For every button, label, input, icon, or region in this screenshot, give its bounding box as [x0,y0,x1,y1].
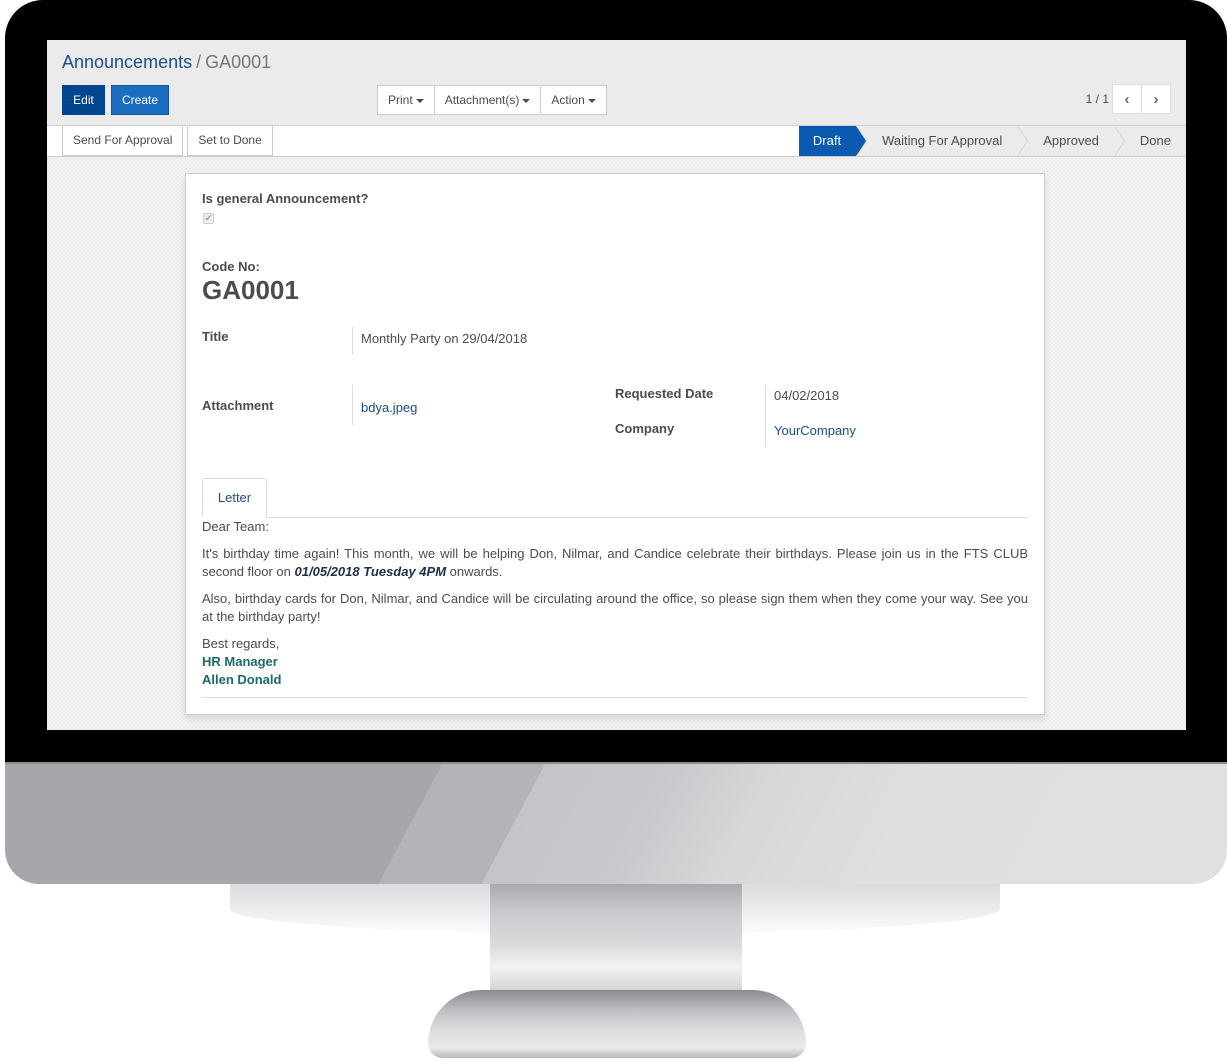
breadcrumb-announcements-link[interactable]: Announcements [62,52,192,72]
sheet-bottom-divider [202,697,1028,698]
monitor-chin [5,762,1227,884]
letter-event-datetime: 01/05/2018 Tuesday 4PM [294,564,447,579]
company-label: Company [615,421,675,436]
chevron-left-icon: ‹ [1124,90,1130,108]
caret-down-icon [587,98,596,103]
status-step-waiting-for-approval[interactable]: Waiting For Approval [856,126,1029,156]
code-no-value: GA0001 [202,275,299,305]
field-separator [352,385,353,425]
pager-previous-button[interactable]: ‹ [1112,84,1142,114]
screen: Announcements / GA0001 Edit Create Print A… [47,40,1186,730]
letter-closing: Best regards, [202,636,280,651]
pager: 1 / 1 ‹ › [1086,84,1171,114]
status-step-approved[interactable]: Approved [1017,126,1125,156]
letter-p1-after: onwards. [446,564,503,579]
breadcrumb-current: GA0001 [205,52,272,72]
checkmark-icon: ✔ [204,213,213,223]
caret-down-icon [415,98,424,103]
letter-paragraph-2: Also, birthday cards for Don, Nilmar, an… [202,591,1028,624]
edit-button[interactable]: Edit [62,85,105,115]
breadcrumb: Announcements / GA0001 [62,52,271,73]
title-value: Monthly Party on 29/04/2018 [361,331,528,346]
print-dropdown-button[interactable]: Print [377,85,435,115]
company-link[interactable]: YourCompany [774,423,856,438]
signature-name: Allen Donald [202,672,282,687]
action-dropdown-button[interactable]: Action [540,85,607,115]
field-separator [352,327,353,355]
control-panel: Announcements / GA0001 Edit Create Print A… [47,40,1186,126]
attachments-dropdown-button[interactable]: Attachment(s) [433,85,542,115]
field-separator [765,385,766,447]
monitor-stand-neck [490,884,742,994]
attachment-label: Attachment [202,398,274,413]
letter-content: Dear Team: It's birthday time again! Thi… [202,518,1028,689]
general-announcement-checkbox[interactable]: ✔ [203,213,214,224]
signature-role: HR Manager [202,654,278,669]
pager-next-button[interactable]: › [1141,84,1171,114]
caret-down-icon [522,98,531,103]
send-for-approval-button[interactable]: Send For Approval [62,125,184,156]
pager-value[interactable]: 1 / 1 [1086,92,1109,106]
title-label: Title [202,329,229,344]
action-label: Action [551,93,585,107]
requested-date-label: Requested Date [615,386,714,401]
chevron-right-icon: › [1153,90,1159,108]
letter-paragraph-1: It's birthday time again! This month, we… [202,545,1028,581]
code-no-label: Code No: [202,259,260,274]
letter-greeting: Dear Team: [202,519,269,534]
monitor-stand-base [428,990,806,1058]
sidebar-dropdowns: Print Attachment(s) Action [377,85,607,115]
print-label: Print [388,93,413,107]
status-steps: Draft Waiting For Approval Approved Done [798,126,1186,156]
general-announcement-label: Is general Announcement? [202,191,369,206]
status-step-draft[interactable]: Draft [798,126,868,156]
requested-date-value: 04/02/2018 [774,388,840,403]
create-button[interactable]: Create [111,85,169,115]
set-to-done-button[interactable]: Set to Done [187,125,273,156]
statusbar-actions: Send For Approval Set to Done [62,125,277,156]
form-sheet: Is general Announcement? ✔ Code No: GA00… [185,173,1045,715]
tab-letter[interactable]: Letter [202,478,267,518]
statusbar: Send For Approval Set to Done Draft Wait… [47,125,1186,157]
attachments-label: Attachment(s) [444,93,520,107]
attachment-link[interactable]: bdya.jpeg [361,400,417,415]
breadcrumb-separator: / [196,52,202,72]
